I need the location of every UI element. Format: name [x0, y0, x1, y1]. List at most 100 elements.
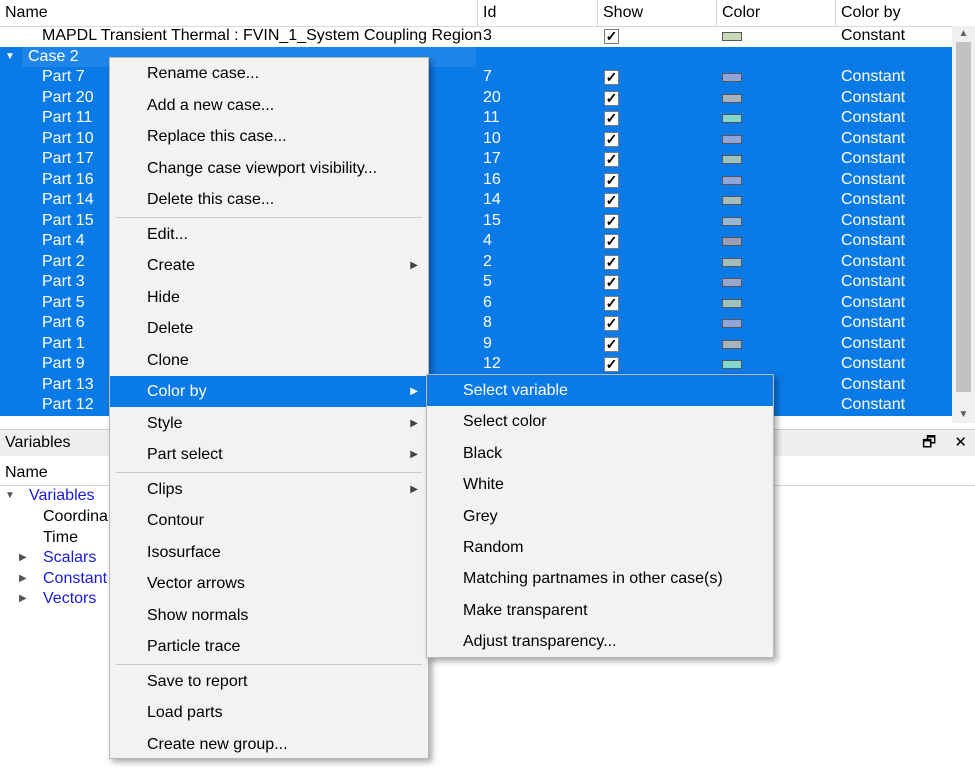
menu-item-particle-trace[interactable]: Particle trace — [110, 631, 428, 662]
menu-item-create-new-group[interactable]: Create new group... — [110, 729, 428, 760]
menu-item-label: Rename case... — [147, 65, 260, 82]
menu-item-label: Load parts — [147, 704, 223, 721]
color-by-cell: Constant — [841, 88, 906, 106]
menu-item-vector-arrows[interactable]: Vector arrows — [110, 568, 428, 599]
column-header-name[interactable]: Name — [0, 0, 478, 26]
show-checkbox[interactable]: ✓ — [604, 90, 619, 106]
submenu-arrow-icon: ▶ — [410, 417, 418, 429]
scrollbar-thumb[interactable] — [956, 42, 971, 392]
name-cell: Part 15 — [42, 211, 94, 229]
show-checkbox[interactable]: ✓ — [604, 152, 619, 167]
collapsed-caret-icon[interactable]: ▶ — [19, 593, 27, 604]
show-checkbox[interactable]: ✓ — [604, 111, 619, 126]
show-checkbox[interactable]: ✓ — [604, 357, 619, 372]
menu-item-hide[interactable]: Hide — [110, 282, 428, 313]
show-checkbox[interactable]: ✓ — [604, 172, 619, 188]
color-by-cell: Constant — [841, 252, 906, 270]
submenu-item-random[interactable]: Random — [427, 532, 773, 563]
color-swatch[interactable] — [722, 114, 742, 123]
color-swatch[interactable] — [722, 93, 742, 103]
id-cell: 11 — [483, 109, 500, 126]
id-cell: 14 — [483, 191, 501, 208]
color-swatch[interactable] — [722, 237, 742, 246]
menu-item-color-by[interactable]: Color by ▶ — [110, 376, 428, 407]
collapsed-caret-icon[interactable]: ▶ — [19, 573, 27, 584]
close-icon[interactable]: ✕ — [954, 434, 967, 451]
restore-icon[interactable]: 🗗 — [922, 434, 936, 451]
color-swatch[interactable] — [722, 257, 742, 267]
submenu-item-adjust-transparency[interactable]: Adjust transparency... — [427, 626, 773, 657]
color-swatch[interactable] — [722, 278, 742, 287]
color-swatch[interactable] — [722, 196, 742, 205]
submenu-item-black[interactable]: Black — [427, 438, 773, 469]
color-swatch[interactable] — [722, 73, 742, 82]
menu-item-edit[interactable]: Edit... — [110, 219, 428, 250]
column-header-color-by[interactable]: Color by — [836, 0, 975, 26]
color-swatch[interactable] — [722, 175, 742, 185]
menu-item-label: Particle trace — [147, 638, 241, 655]
color-swatch[interactable] — [722, 216, 742, 226]
menu-item-add-a-new-case[interactable]: Add a new case... — [110, 90, 428, 121]
color-by-cell: Constant — [841, 273, 906, 290]
submenu-arrow-icon: ▶ — [410, 483, 418, 495]
show-checkbox[interactable]: ✓ — [604, 234, 619, 249]
show-checkbox[interactable]: ✓ — [604, 213, 619, 229]
show-checkbox[interactable]: ✓ — [604, 193, 619, 208]
tree-item-time[interactable]: Time — [43, 528, 78, 548]
color-swatch[interactable] — [722, 155, 742, 164]
color-swatch[interactable] — [722, 360, 742, 369]
menu-item-clips[interactable]: Clips ▶ — [110, 474, 428, 505]
show-checkbox[interactable]: ✓ — [604, 316, 619, 331]
color-swatch[interactable] — [722, 339, 742, 349]
name-cell: Part 10 — [42, 129, 94, 147]
table-row[interactable]: MAPDL Transient Thermal : FVIN_1_System … — [0, 26, 952, 47]
submenu-item-white[interactable]: White — [427, 469, 773, 500]
color-swatch[interactable] — [722, 319, 742, 328]
menu-item-load-parts[interactable]: Load parts — [110, 697, 428, 728]
tree-item-constant[interactable]: Constant — [43, 569, 107, 589]
tree-item-scalars[interactable]: Scalars — [43, 548, 96, 568]
show-checkbox[interactable]: ✓ — [604, 131, 619, 147]
menu-item-rename-case[interactable]: Rename case... — [110, 58, 428, 89]
column-header-color[interactable]: Color — [717, 0, 836, 26]
menu-item-part-select[interactable]: Part select ▶ — [110, 439, 428, 470]
show-checkbox[interactable]: ✓ — [604, 295, 619, 311]
menu-item-clone[interactable]: Clone — [110, 345, 428, 376]
menu-item-style[interactable]: Style ▶ — [110, 408, 428, 439]
menu-item-delete-this-case[interactable]: Delete this case... — [110, 184, 428, 215]
submenu-item-make-transparent[interactable]: Make transparent — [427, 595, 773, 626]
submenu-item-matching-partnames-in-other-case-s[interactable]: Matching partnames in other case(s) — [427, 563, 773, 594]
scroll-up-arrow-icon[interactable]: ▲ — [952, 26, 975, 42]
show-checkbox[interactable]: ✓ — [604, 29, 619, 44]
menu-item-replace-this-case[interactable]: Replace this case... — [110, 121, 428, 152]
column-header-show[interactable]: Show — [598, 0, 717, 26]
color-swatch[interactable] — [722, 298, 742, 308]
tree-item-vectors[interactable]: Vectors — [43, 589, 96, 609]
color-swatch[interactable] — [722, 134, 742, 144]
expanded-caret-icon[interactable]: ▼ — [5, 490, 15, 501]
menu-item-isosurface[interactable]: Isosurface — [110, 537, 428, 568]
tree-item-variables-root[interactable]: Variables — [29, 486, 95, 506]
column-header-id[interactable]: Id — [478, 0, 598, 26]
show-checkbox[interactable]: ✓ — [604, 254, 619, 270]
menu-item-show-normals[interactable]: Show normals — [110, 600, 428, 631]
name-cell: Part 12 — [42, 396, 94, 413]
menu-item-change-case-viewport-visibility[interactable]: Change case viewport visibility... — [110, 153, 428, 184]
show-checkbox[interactable]: ✓ — [604, 70, 619, 85]
show-checkbox[interactable]: ✓ — [604, 275, 619, 290]
submenu-item-select-color[interactable]: Select color — [427, 406, 773, 437]
menu-separator — [116, 471, 422, 473]
menu-item-delete[interactable]: Delete — [110, 313, 428, 344]
scroll-down-arrow-icon[interactable]: ▼ — [952, 407, 975, 423]
collapsed-caret-icon[interactable]: ▶ — [19, 552, 27, 563]
menu-item-create[interactable]: Create ▶ — [110, 250, 428, 281]
vertical-scrollbar[interactable]: ▲ ▼ — [952, 26, 975, 423]
menu-item-contour[interactable]: Contour — [110, 505, 428, 536]
tree-item-coordina[interactable]: Coordina — [43, 507, 108, 527]
submenu-item-select-variable[interactable]: Select variable — [427, 375, 773, 406]
show-checkbox[interactable]: ✓ — [604, 336, 619, 352]
menu-item-save-to-report[interactable]: Save to report — [110, 666, 428, 697]
color-swatch[interactable] — [722, 32, 742, 41]
menu-item-label: Vector arrows — [147, 575, 245, 592]
submenu-item-grey[interactable]: Grey — [427, 501, 773, 532]
